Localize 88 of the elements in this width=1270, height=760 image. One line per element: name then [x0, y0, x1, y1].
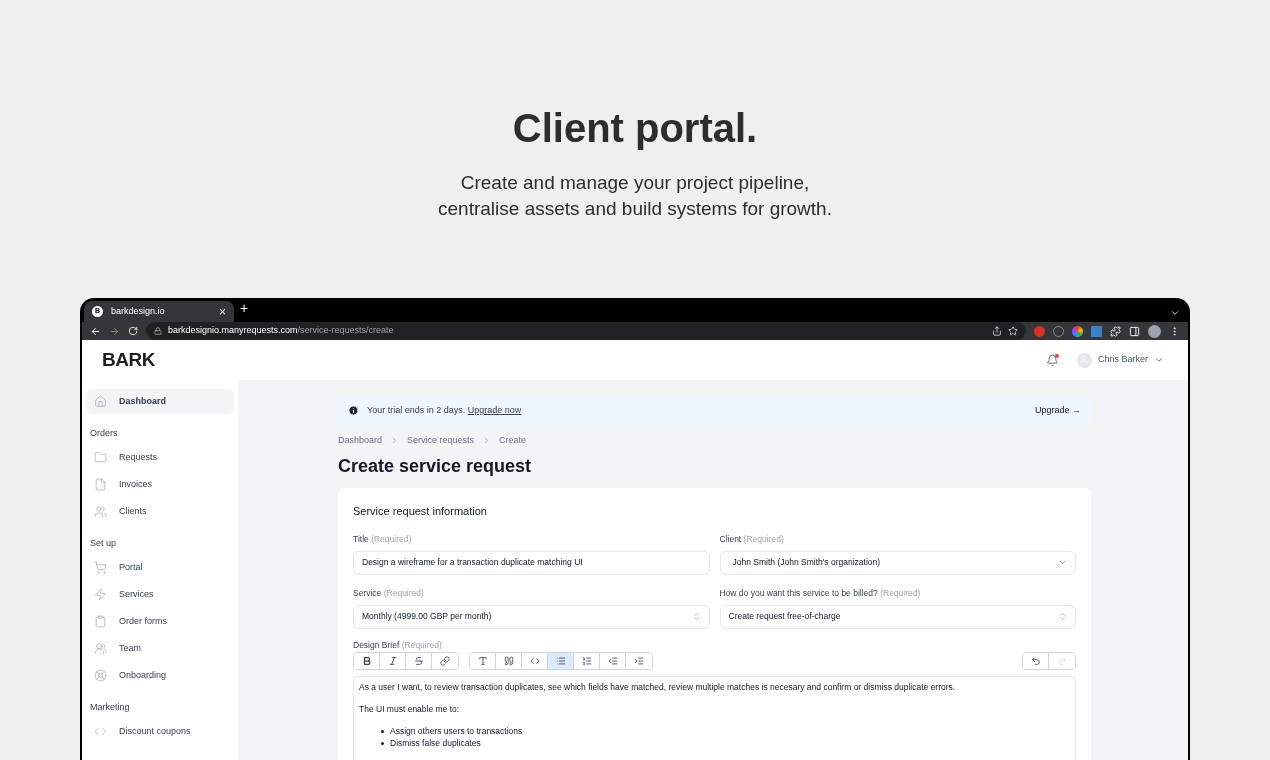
- brief-paragraph: The UI must enable me to:: [359, 704, 461, 716]
- sidebar-item[interactable]: Services: [86, 582, 234, 607]
- select-field[interactable]: Monthly (4999.00 GBP per month): [353, 604, 710, 629]
- numbers-icon: [581, 656, 592, 667]
- cart-icon: [94, 561, 107, 574]
- indent-icon: [634, 656, 644, 667]
- redo-icon: [1057, 656, 1067, 667]
- card-title: Service request information: [353, 503, 488, 519]
- brief-editor[interactable]: [353, 676, 1076, 760]
- heading-icon: [477, 656, 488, 667]
- lifebuoy-icon: [94, 669, 107, 682]
- field-label: Design Brief (Required): [353, 638, 443, 652]
- outdent-icon: [607, 656, 618, 667]
- field-label: How do you want this service to be billed? (Required): [719, 586, 922, 600]
- profile-avatar[interactable]: [1148, 324, 1161, 338]
- sidebar-item[interactable]: Portal: [86, 555, 234, 580]
- brief-bullet: Dismiss false duplicates: [381, 738, 1070, 750]
- avatar: [1077, 352, 1092, 368]
- undo-icon: [1030, 656, 1041, 667]
- bold-button[interactable]: [354, 653, 380, 670]
- bookmark-icon[interactable]: [1008, 326, 1018, 336]
- logo[interactable]: BARK: [102, 345, 155, 375]
- sidebar-item[interactable]: Order forms: [86, 609, 234, 634]
- heading-button[interactable]: [470, 653, 496, 670]
- bullets-button[interactable]: [548, 653, 574, 670]
- page-title: Create service request: [338, 454, 533, 478]
- upgrade-link[interactable]: Upgrade now: [467, 404, 522, 415]
- document-icon: [94, 478, 107, 491]
- brief-bullet: Assign others users to transactions: [381, 726, 1070, 738]
- undo-button[interactable]: [1023, 653, 1049, 670]
- hero-title: Client portal.: [512, 105, 758, 152]
- team-icon: [94, 642, 107, 655]
- bold-icon: [361, 656, 372, 667]
- sidebar-item[interactable]: Invoices: [86, 472, 234, 497]
- up-down-icon: [1058, 612, 1067, 621]
- sidebar-item[interactable]: Dashboard: [86, 389, 234, 414]
- trial-message: Your trial ends in 2 days. Upgrade now: [367, 403, 522, 417]
- select-field[interactable]: Create request free-of-charge: [719, 604, 1076, 629]
- folder-icon: [94, 451, 107, 464]
- home-icon: [94, 395, 107, 408]
- title-field[interactable]: Design a wireframe for a transaction duplicate matching UI: [353, 550, 710, 575]
- lightning-icon: [94, 588, 107, 601]
- breadcrumb-link[interactable]: Dashboard: [338, 434, 383, 448]
- hero-subtitle: Create and manage your project pipeline,: [460, 171, 810, 195]
- code-icon: [94, 725, 107, 738]
- hero-subtitle: centralise assets and build systems for growth.: [438, 197, 832, 221]
- italic-icon: [387, 656, 398, 667]
- strike-icon: [413, 656, 424, 667]
- lock-icon: [154, 327, 162, 335]
- field-label: Service (Required): [353, 586, 425, 600]
- up-down-icon: [691, 612, 701, 621]
- quote-icon: [503, 656, 514, 667]
- info-icon: [348, 405, 359, 416]
- breadcrumb-link[interactable]: Service requests: [407, 434, 475, 448]
- extensions-icon[interactable]: [1110, 325, 1121, 337]
- reload-icon[interactable]: [128, 326, 138, 336]
- bullets-icon: [555, 656, 566, 667]
- select-field[interactable]: John Smith (John Smith's organization): [719, 550, 1076, 575]
- forward-icon[interactable]: [109, 325, 120, 337]
- field-label: Client (Required): [719, 533, 785, 546]
- sidebar-item[interactable]: Onboarding: [86, 663, 234, 688]
- breadcrumb-link[interactable]: Create: [499, 434, 527, 448]
- back-icon[interactable]: [90, 325, 101, 337]
- extension-icon[interactable]: [1072, 325, 1083, 337]
- side-panel-icon[interactable]: [1129, 325, 1140, 337]
- sidebar-heading: Orders: [89, 427, 119, 440]
- extension-icon[interactable]: [1091, 325, 1102, 337]
- share-icon[interactable]: [992, 326, 1002, 336]
- sidebar-heading: Set up: [89, 537, 118, 550]
- sidebar-item[interactable]: Clients: [86, 499, 234, 524]
- sidebar-item[interactable]: Requests: [86, 445, 234, 470]
- upgrade-link[interactable]: Upgrade →: [1034, 403, 1081, 418]
- user-menu[interactable]: Chris Barker: [1077, 352, 1164, 368]
- sidebar-heading: Marketing: [89, 701, 131, 714]
- sidebar-item[interactable]: Discount coupons: [86, 719, 234, 744]
- sidebar-item[interactable]: Team: [86, 636, 234, 661]
- address-bar[interactable]: barkdesignio.manyrequests.com/service-requests/create: [146, 322, 1026, 340]
- code-icon: [529, 656, 540, 667]
- close-tab-button[interactable]: ×: [219, 302, 226, 321]
- tab-list-icon[interactable]: [1170, 308, 1180, 318]
- notifications-button[interactable]: [1046, 353, 1059, 367]
- clipboard-icon: [94, 615, 107, 628]
- chevron-icon: [1154, 355, 1164, 365]
- new-tab-button[interactable]: +: [240, 298, 249, 319]
- link-icon: [440, 656, 450, 667]
- field-label: Title (Required): [353, 533, 413, 546]
- users-icon: [94, 505, 107, 518]
- brief-paragraph: As a user I want, to review transaction duplicates, see which fields have matched, review multiple matches is necesary and confirm or dismiss duplicate errors.: [359, 682, 957, 694]
